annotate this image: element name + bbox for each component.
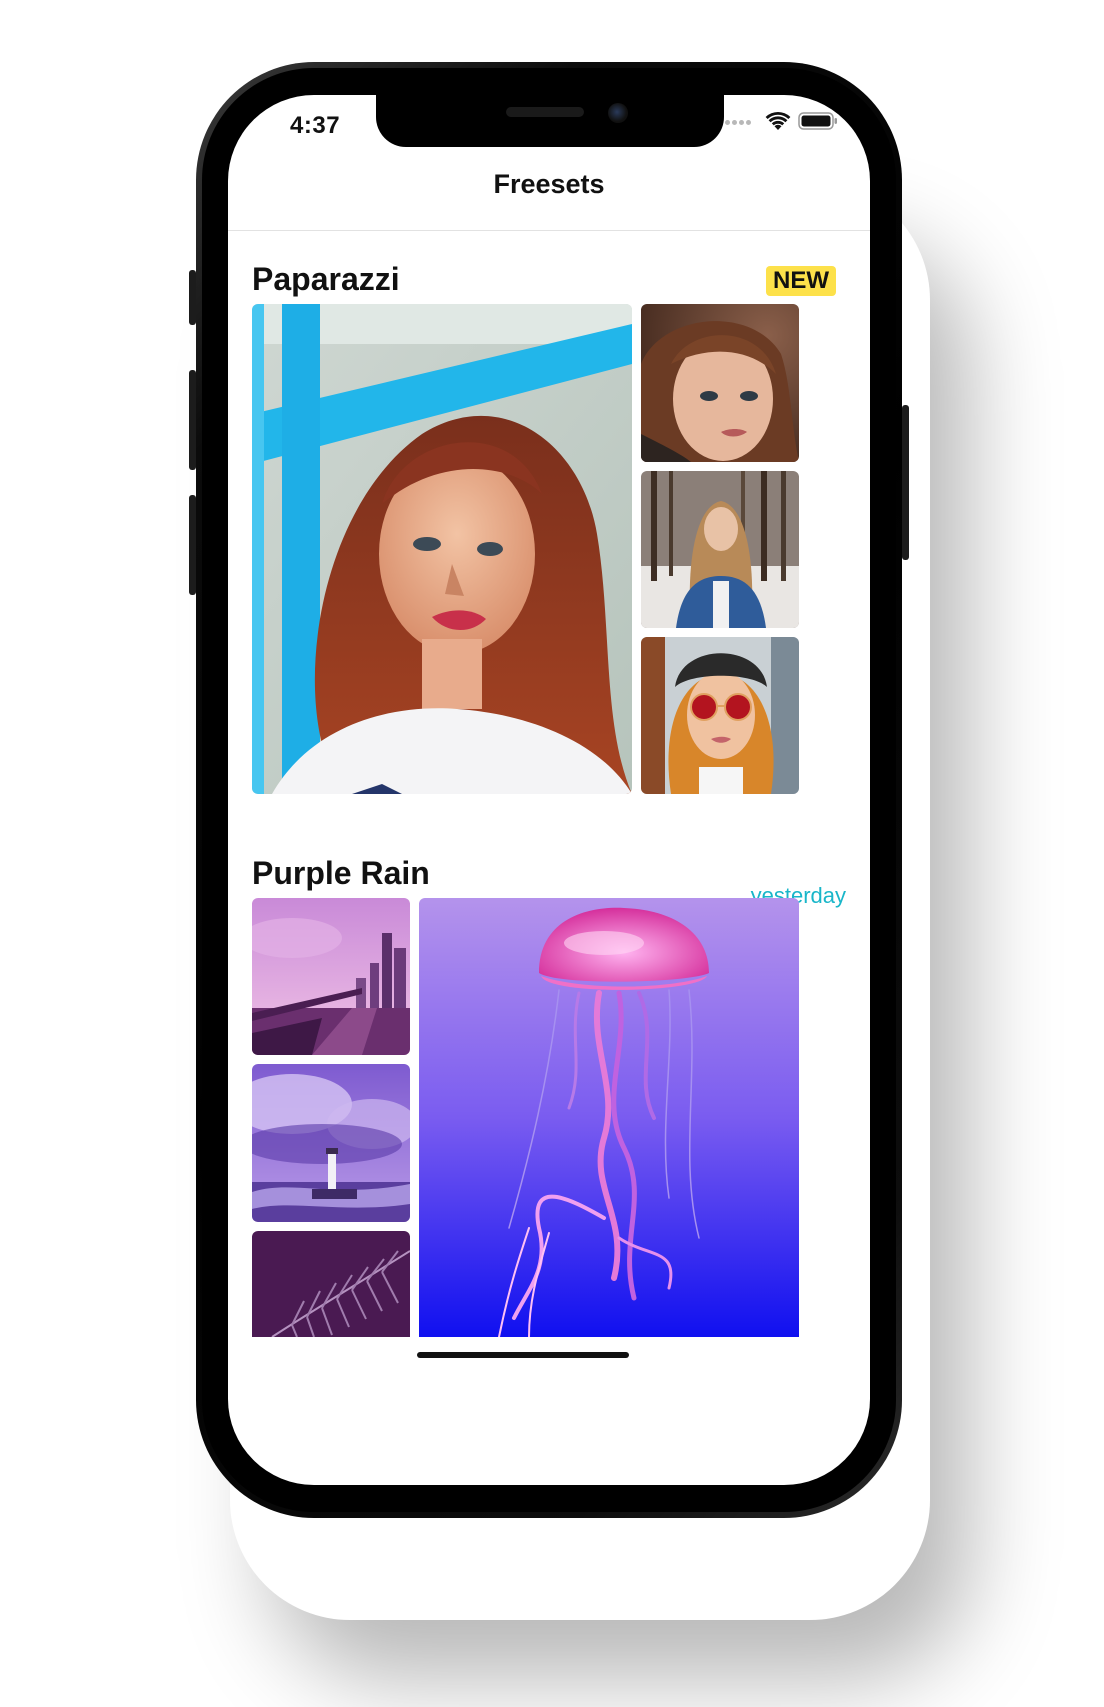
section-title-purple-rain: Purple Rain xyxy=(252,855,430,891)
status-time: 4:37 xyxy=(290,112,341,139)
purple-city-illustration xyxy=(252,898,410,1055)
notch xyxy=(376,95,724,147)
photo-purple-jellyfish[interactable] xyxy=(419,898,799,1337)
volume-up-button xyxy=(189,370,196,470)
portrait-closeup-illustration xyxy=(641,304,799,462)
signal-dots-icon xyxy=(725,120,755,126)
nav-title: Freesets xyxy=(493,169,605,199)
purple-fern-illustration xyxy=(252,1231,410,1337)
photo-portrait-closeup[interactable] xyxy=(641,304,799,462)
marketing-stage: 4:37 Freesets Paparazzi NEW Purple Rain … xyxy=(0,0,1104,1707)
photo-purple-city[interactable] xyxy=(252,898,410,1055)
speaker-grille xyxy=(506,107,584,117)
volume-down-button xyxy=(189,495,196,595)
portrait-forest-illustration xyxy=(641,471,799,628)
photo-portrait-forest[interactable] xyxy=(641,471,799,628)
portrait-sunglasses-illustration xyxy=(641,637,799,794)
power-button xyxy=(902,405,909,560)
photo-portrait-main[interactable] xyxy=(252,304,632,794)
new-badge: NEW xyxy=(766,266,836,296)
purple-jellyfish-illustration xyxy=(419,898,799,1337)
portrait-red-hair-illustration xyxy=(252,304,632,794)
home-indicator[interactable] xyxy=(417,1352,629,1358)
battery-icon xyxy=(798,112,837,130)
nav-divider xyxy=(228,230,870,231)
wifi-icon xyxy=(765,111,791,130)
silent-switch xyxy=(189,270,196,325)
front-camera xyxy=(608,103,628,123)
photo-purple-lighthouse[interactable] xyxy=(252,1064,410,1222)
photo-portrait-sunglasses[interactable] xyxy=(641,637,799,794)
section-title-paparazzi: Paparazzi xyxy=(252,261,400,297)
purple-lighthouse-illustration xyxy=(252,1064,410,1222)
photo-purple-fern[interactable] xyxy=(252,1231,410,1337)
app-screen: 4:37 Freesets Paparazzi NEW Purple Rain … xyxy=(228,95,870,1485)
